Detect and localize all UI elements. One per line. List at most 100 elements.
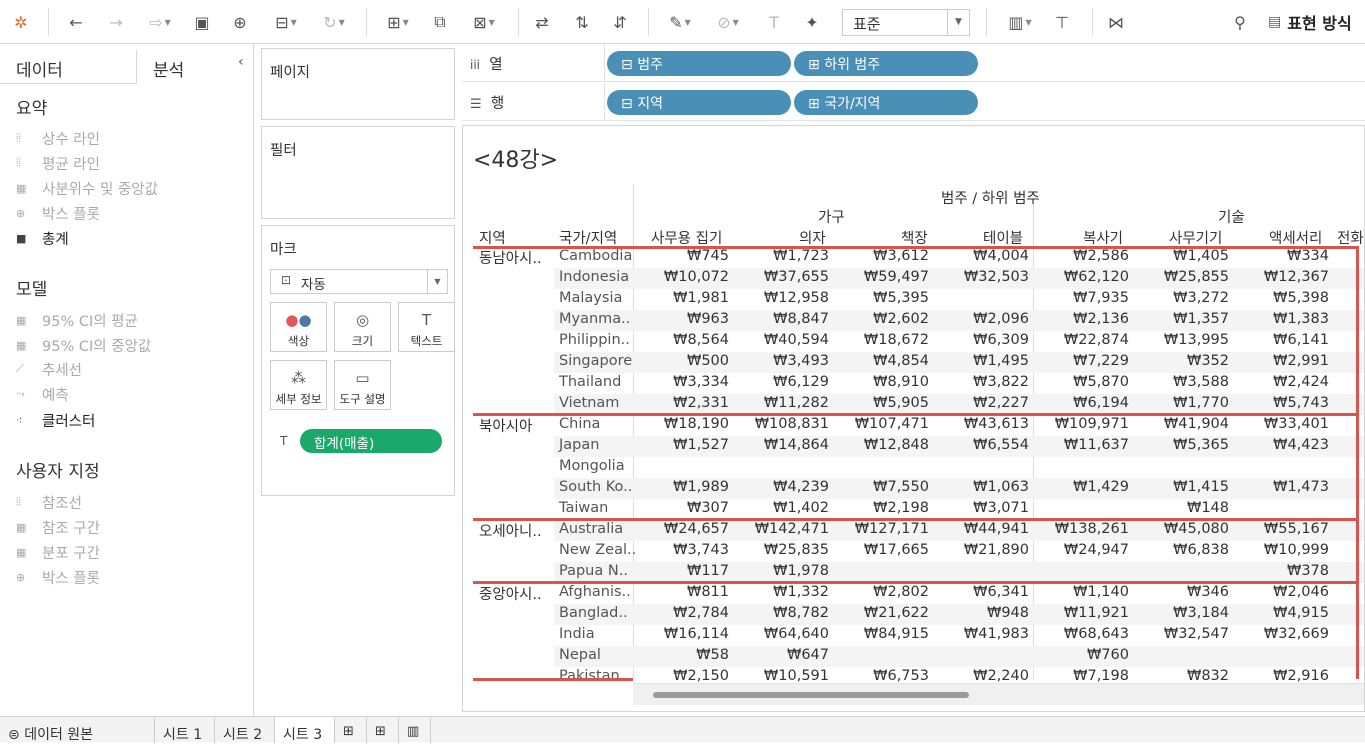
sales-cell: ₩1,770 [1173,395,1229,411]
rows-shelf[interactable]: ☰ 행 ⊟ 지역 ⊞ 국가/지역 [462,83,1365,121]
subcategory-header: 전화 [1337,231,1364,247]
sales-cell: ₩16,114 [663,626,729,642]
model-item-trend-line[interactable]: ⟋ 추세선 [16,359,82,379]
new-story-icon[interactable]: ▥ [399,717,431,743]
labels-icon[interactable]: T [762,10,786,34]
model-item-ci-mean[interactable]: ▦ 95% CI의 평균 [16,310,138,330]
sales-cell: ₩55,167 [1263,521,1329,537]
worksheet-view: <48강> 범주 / 하위 범주 가구 기술 지역 국가/지역 사무용 집기 의… [462,125,1365,712]
model-item-ci-median[interactable]: ▦ 95% CI의 중앙값 [16,335,151,355]
sum-sales-pill[interactable]: 합계(매출) [300,429,442,453]
sales-cell: ₩148 [1186,500,1229,516]
summary-item-totals[interactable]: ■ 총계 [16,228,69,248]
summary-item-average-line[interactable]: ⦙⦙ 평균 라인 [16,153,100,173]
show-me-button[interactable]: ▤ 표현 방식 [1268,10,1352,34]
band-icon: ▦ [16,545,27,559]
custom-item-reference-band[interactable]: ▦ 참조 구간 [16,517,100,537]
sales-cell: ₩5,905 [873,395,929,411]
country-pill[interactable]: ⊞ 국가/지역 [794,90,978,115]
tooltip-button[interactable]: ▭ 도구 설명 [334,360,391,410]
sales-cell: ₩41,983 [963,626,1029,642]
sales-cell: ₩22,874 [1063,332,1129,348]
column-header-top: 범주 / 하위 범주 [941,191,1040,207]
fit-select[interactable]: 표준 ▼ [842,9,970,36]
sales-cell: ₩6,838 [1173,542,1229,558]
sales-cell: ₩2,136 [1073,311,1129,327]
tableau-logo-icon[interactable]: ✲ [10,10,32,34]
sheet-tab[interactable]: 시트 1 [155,717,215,743]
new-datasource-icon[interactable]: ⊕ [228,10,252,34]
sales-cell: ₩127,171 [854,521,929,537]
subcategory-header: 사무용 집기 [651,231,723,247]
sales-cell: ₩45,080 [1163,521,1229,537]
pause-updates-icon[interactable]: ⊟ ▼ [266,10,306,34]
size-icon: ◎ [355,311,370,329]
collapse-pane-icon[interactable]: ‹ [238,54,244,70]
new-dashboard-icon[interactable]: ⊞ [367,717,399,743]
region-pill[interactable]: ⊟ 지역 [607,90,791,115]
country-label: Papua N.. [559,563,628,579]
refresh-icon[interactable]: ↻ ▼ [314,10,354,34]
presentation-icon[interactable]: ⊤ [1050,10,1074,34]
format-painter-icon[interactable]: ⚲ [1228,10,1252,34]
marks-card-title: 마크 [270,242,297,258]
size-button[interactable]: ◎ 크기 [334,302,391,352]
replay-icon[interactable]: ⇨ ▼ [140,10,180,34]
group-icon[interactable]: ⊘ ▼ [708,10,748,34]
sales-cell: ₩745 [686,248,729,264]
new-worksheet-icon[interactable]: ⊞ [335,717,367,743]
columns-shelf[interactable]: iii 열 ⊟ 범주 ⊞ 하위 범주 [462,44,1365,82]
new-worksheet-icon[interactable]: ⊞ ▼ [378,10,418,34]
summary-item-box-plot[interactable]: ⊕ 박스 플롯 [16,203,100,223]
color-button[interactable]: ●● 색상 [270,302,327,352]
sales-cell: ₩41,904 [1163,416,1229,432]
undo-icon[interactable]: ← [64,10,88,34]
filters-card[interactable]: 필터 [261,126,455,219]
detail-icon: ⁂ [291,369,306,387]
save-icon[interactable]: ▣ [190,10,214,34]
swap-icon[interactable]: ⇄ [530,10,554,34]
clear-sheet-icon[interactable]: ⊠ ▼ [464,10,504,34]
model-item-forecast[interactable]: ⤳ 예측 [16,384,69,404]
automatic-mark-icon: ⊡ [281,273,292,287]
cluster-icon: ⁖ [16,413,23,427]
fix-axes-icon[interactable]: ✦ [800,10,824,34]
custom-item-box-plot[interactable]: ⊕ 박스 플롯 [16,567,100,587]
sales-cell: ₩13,995 [1163,332,1229,348]
sales-cell: ₩346 [1186,584,1229,600]
country-label: Cambodia [559,248,633,264]
sales-cell: ₩14,864 [763,437,829,453]
redo-icon[interactable]: → [104,10,128,34]
custom-item-distribution-band[interactable]: ▦ 분포 구간 [16,542,100,562]
sales-cell: ₩2,802 [873,584,929,600]
category-pill[interactable]: ⊟ 범주 [607,51,791,76]
highlight-border [473,518,1359,521]
mark-type-select[interactable]: ⊡ 자동 ▼ [270,269,448,294]
label-button[interactable]: T 텍스트 [398,302,455,352]
model-item-cluster[interactable]: ⁖ 클러스터 [16,410,95,430]
country-label: Singapore [559,353,633,369]
country-label: Malaysia [559,290,623,306]
duplicate-sheet-icon[interactable]: ⧉ [428,10,452,34]
horizontal-scrollbar[interactable] [633,683,1364,705]
subcategory-pill[interactable]: ⊞ 하위 범주 [794,51,978,76]
sheet-tab[interactable]: 시트 2 [215,717,275,743]
highlight-icon[interactable]: ✎ ▼ [660,10,700,34]
detail-button[interactable]: ⁂ 세부 정보 [270,360,327,410]
show-me-label: 표현 방식 [1287,14,1352,33]
sales-cell: ₩1,357 [1173,311,1229,327]
sort-desc-icon[interactable]: ⇵ [608,10,632,34]
datasource-tab[interactable]: ⊜ 데이터 원본 [0,717,155,743]
scrollbar-thumb[interactable] [653,692,969,698]
custom-item-reference-line[interactable]: ⦙⦙ 참조선 [16,492,82,512]
summary-item-median-quartiles[interactable]: ▦ 사분위수 및 중앙값 [16,178,158,198]
tab-data[interactable]: 데이터 [0,50,137,84]
sheet-tab-active[interactable]: 시트 3 [275,717,335,743]
share-icon[interactable]: ⋈ [1104,10,1128,34]
show-cards-icon[interactable]: ▥ ▼ [1000,10,1040,34]
pages-card[interactable]: 페이지 [261,48,455,120]
sales-cell: ₩21,890 [963,542,1029,558]
summary-item-constant-line[interactable]: ⦙⦙ 상수 라인 [16,128,100,148]
sort-asc-icon[interactable]: ⇅ [570,10,594,34]
tab-analytics[interactable]: 분석 [137,50,254,84]
